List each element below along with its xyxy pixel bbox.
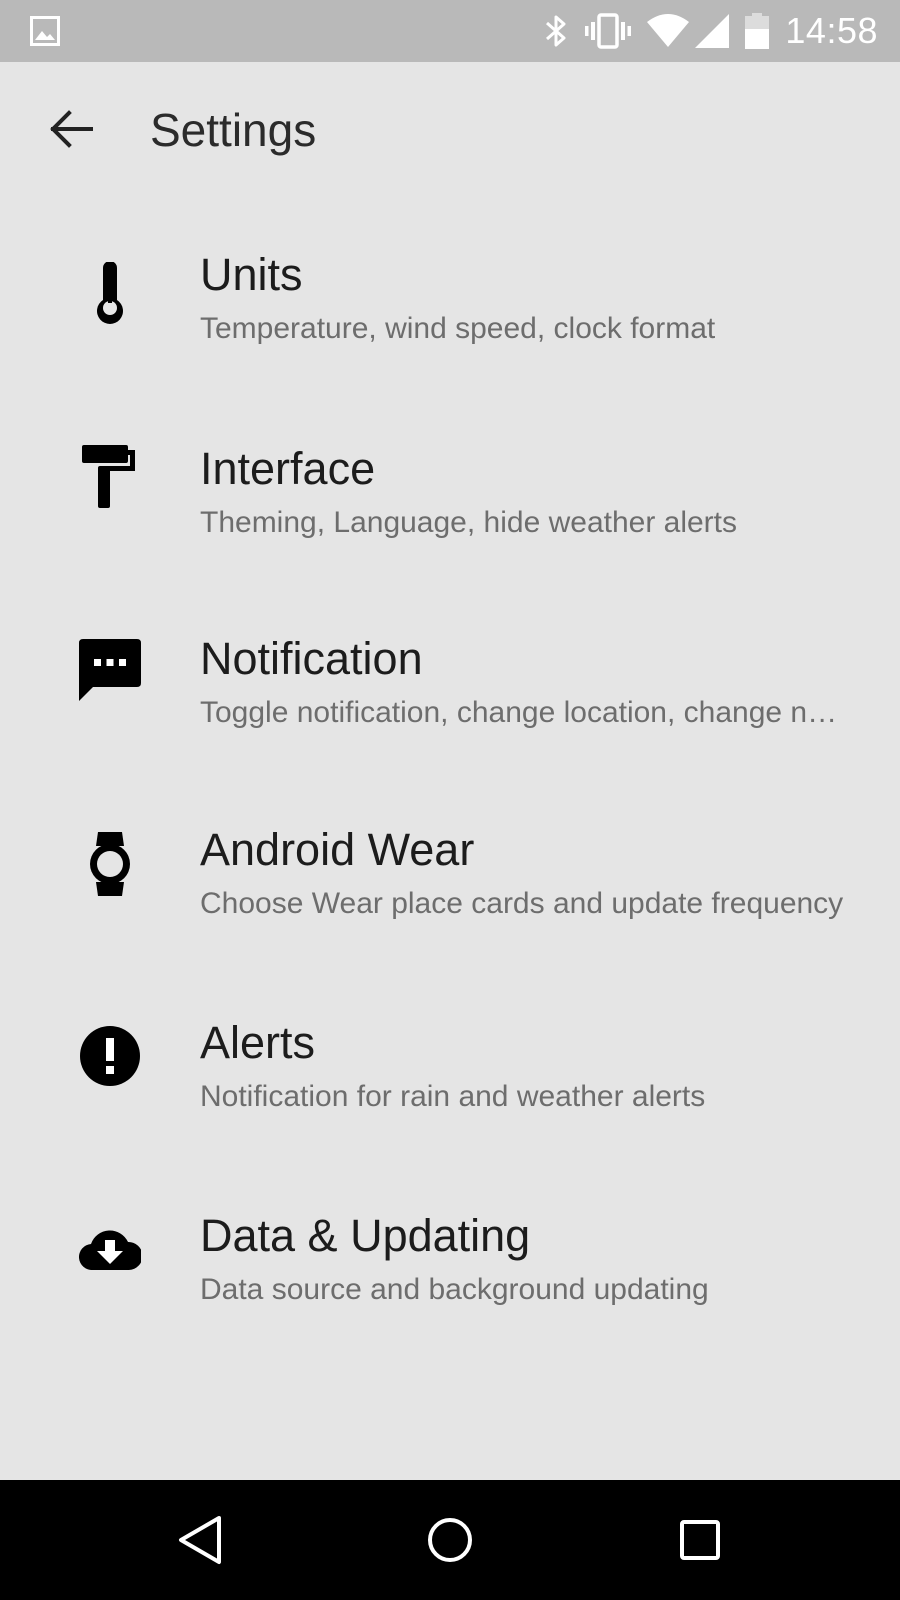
back-button[interactable] — [36, 98, 106, 160]
settings-item-title: Android Wear — [200, 823, 475, 875]
nav-recents-button[interactable] — [640, 1480, 760, 1600]
watch-icon — [74, 828, 146, 900]
settings-item-subtitle: Notification for rain and weather alerts — [200, 1080, 706, 1113]
status-bar: 14:58 — [0, 0, 900, 62]
arrow-left-icon — [50, 110, 93, 148]
settings-item-title: Notification — [200, 633, 423, 684]
settings-item-subtitle: Toggle notification, change location, ch… — [200, 696, 845, 729]
settings-item-title: Units — [200, 249, 303, 300]
alert-circle-icon — [74, 1020, 146, 1092]
settings-item-interface[interactable]: Interface Theming, Language, hide weathe… — [0, 398, 900, 592]
settings-item-notification[interactable]: Notification Toggle notification, change… — [0, 591, 900, 785]
settings-item-title: Interface — [200, 442, 376, 494]
settings-item-units[interactable]: Units Temperature, wind speed, clock for… — [0, 204, 900, 398]
settings-item-alerts[interactable]: Alerts Notification for rain and weather… — [0, 978, 900, 1172]
nav-back-button[interactable] — [140, 1480, 260, 1600]
settings-item-subtitle: Theming, Language, hide weather alerts — [200, 505, 738, 539]
page-title: Settings — [150, 104, 317, 156]
settings-item-subtitle: Choose Wear place cards and update frequ… — [200, 886, 844, 920]
settings-list: Units Temperature, wind speed, clock for… — [0, 204, 900, 1365]
thermometer-icon — [74, 257, 146, 329]
settings-item-subtitle: Temperature, wind speed, clock format — [200, 312, 716, 345]
wifi-icon — [647, 14, 690, 48]
bluetooth-icon — [543, 13, 569, 49]
settings-item-subtitle: Data source and background updating — [200, 1272, 709, 1306]
settings-item-android-wear[interactable]: Android Wear Choose Wear place cards and… — [0, 785, 900, 979]
cloud-download-icon — [74, 1212, 146, 1284]
recents-square-icon — [680, 1520, 720, 1560]
battery-icon — [745, 13, 770, 49]
signal-icon — [695, 14, 730, 48]
status-icons: 14:58 — [527, 0, 878, 62]
status-time: 14:58 — [785, 10, 878, 51]
gallery-icon — [30, 16, 60, 51]
navigation-bar — [0, 1480, 900, 1600]
settings-item-title: Alerts — [200, 1017, 316, 1068]
vibrate-icon — [585, 13, 632, 49]
settings-item-data-updating[interactable]: Data & Updating Data source and backgrou… — [0, 1172, 900, 1366]
toolbar: Settings — [0, 62, 900, 204]
home-circle-icon — [428, 1518, 472, 1562]
back-triangle-icon — [179, 1516, 221, 1564]
nav-home-button[interactable] — [390, 1480, 510, 1600]
settings-item-title: Data & Updating — [200, 1209, 531, 1261]
paint-roller-icon — [74, 441, 146, 513]
message-icon — [74, 634, 146, 706]
